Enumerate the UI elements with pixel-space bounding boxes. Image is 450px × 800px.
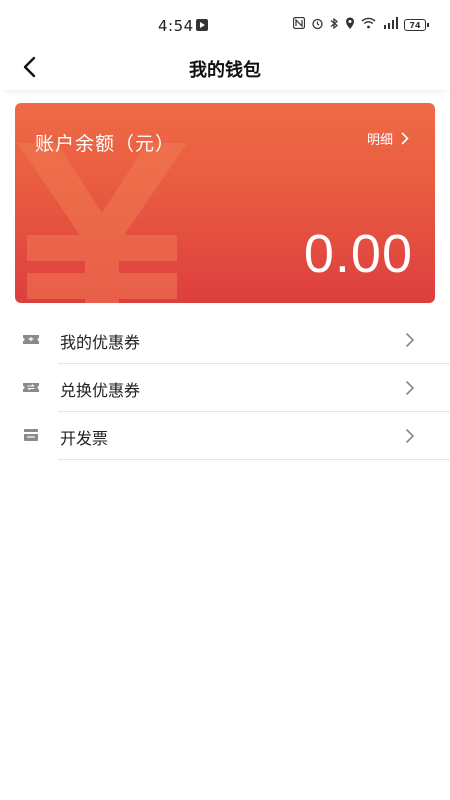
balance-label: 账户余额（元） — [35, 133, 176, 155]
detail-link[interactable]: 明细 — [367, 129, 409, 148]
app-header: 我的钱包 — [0, 44, 450, 90]
status-icons: 74 — [292, 16, 429, 34]
nfc-icon — [292, 16, 306, 33]
signal-icon — [382, 17, 398, 33]
status-time: 4:54 — [158, 17, 194, 35]
menu-item-invoice[interactable]: 开发票 — [0, 412, 450, 460]
chevron-right-icon — [406, 381, 415, 395]
coupon-icon — [23, 335, 39, 344]
exchange-coupon-icon — [23, 383, 39, 392]
menu-item-my-coupons[interactable]: 我的优惠券 — [0, 316, 450, 364]
divider — [58, 459, 450, 460]
alarm-icon — [311, 17, 324, 34]
wifi-icon — [361, 17, 376, 33]
app-notification-icon — [196, 19, 208, 31]
battery-level: 74 — [409, 20, 421, 30]
battery-icon: 74 — [404, 19, 429, 31]
bluetooth-icon — [330, 17, 339, 34]
detail-link-label: 明细 — [366, 133, 393, 148]
menu-item-redeem-coupon[interactable]: 兑换优惠券 — [0, 364, 450, 412]
chevron-right-icon — [401, 132, 409, 145]
wallet-menu: 我的优惠券 兑换优惠券 开发票 — [0, 316, 450, 460]
location-icon — [345, 17, 355, 34]
menu-item-label: 兑换优惠券 — [60, 381, 141, 400]
balance-card: 账户余额（元） 明细 0.00 — [15, 103, 435, 303]
menu-item-label: 我的优惠券 — [60, 333, 141, 352]
invoice-icon — [24, 429, 38, 441]
yen-watermark-icon — [17, 143, 187, 303]
menu-item-label: 开发票 — [60, 429, 109, 448]
chevron-right-icon — [406, 429, 415, 443]
chevron-right-icon — [406, 333, 415, 347]
page-title: 我的钱包 — [189, 60, 261, 81]
balance-amount: 0.00 — [303, 224, 413, 284]
status-bar: 4:54 74 — [0, 0, 450, 44]
